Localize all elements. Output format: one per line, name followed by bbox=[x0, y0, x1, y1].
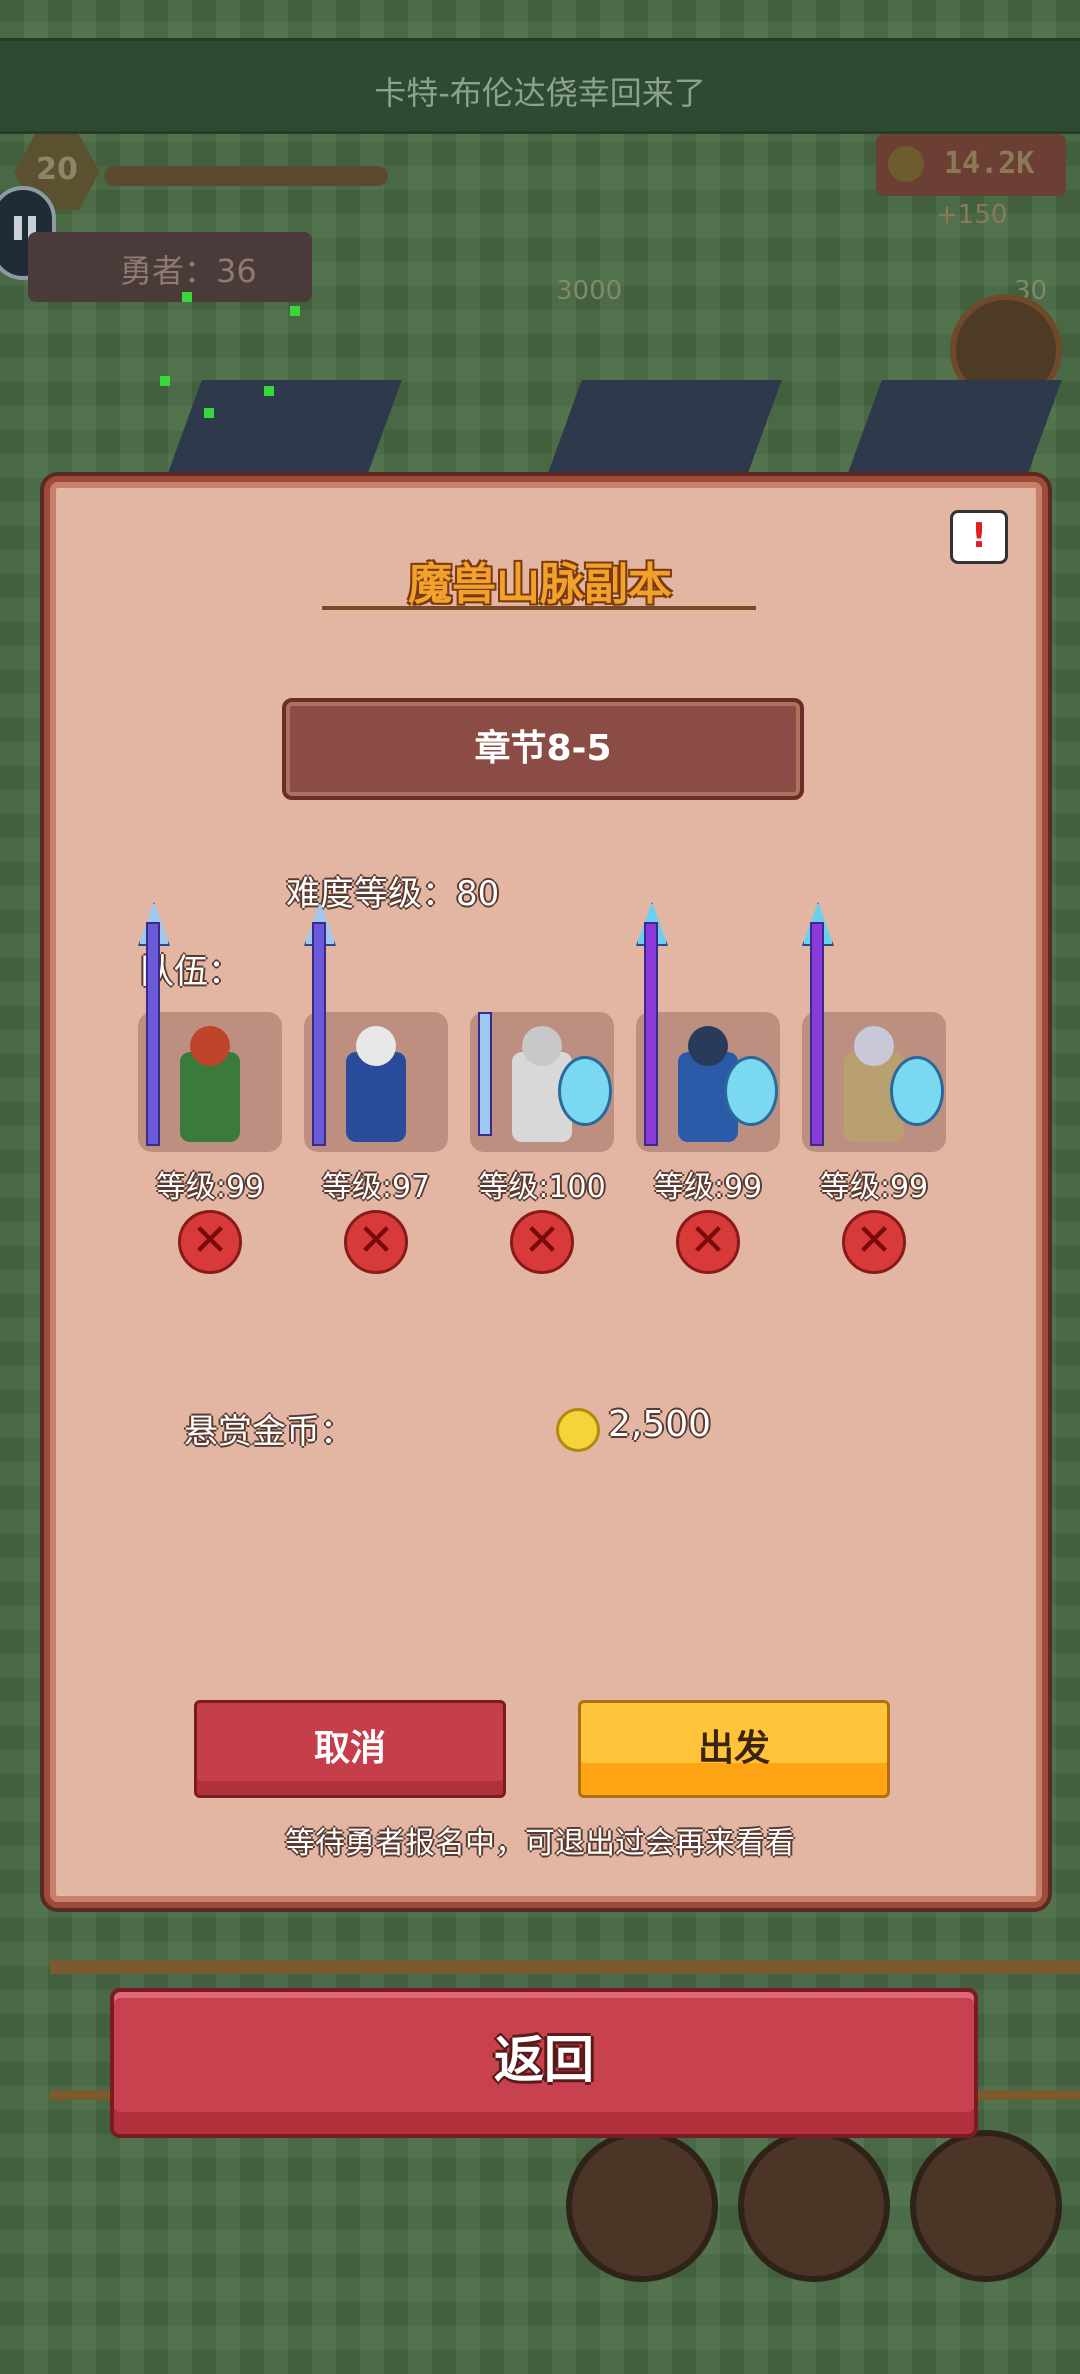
shield-icon bbox=[890, 1056, 944, 1126]
hero-avatar bbox=[688, 1026, 728, 1066]
quest-icon[interactable] bbox=[910, 2130, 1062, 2282]
hero-avatar bbox=[854, 1026, 894, 1066]
back-label: 返回 bbox=[494, 2031, 594, 2089]
xp-bar bbox=[104, 166, 388, 186]
remove-member-button[interactable]: ✕ bbox=[510, 1210, 574, 1274]
remove-member-button[interactable]: ✕ bbox=[178, 1210, 242, 1274]
spear-icon bbox=[644, 922, 658, 1146]
team-member[interactable] bbox=[470, 1012, 614, 1152]
remove-member-button[interactable]: ✕ bbox=[344, 1210, 408, 1274]
member-level: 等级:97 bbox=[321, 1170, 431, 1205]
shield-icon bbox=[724, 1056, 778, 1126]
member-level: 等级:100 bbox=[478, 1170, 606, 1205]
member-level: 等级:99 bbox=[653, 1170, 763, 1205]
depart-button[interactable]: 出发 bbox=[578, 1700, 890, 1798]
heroes-count: 勇者：36 bbox=[120, 252, 257, 290]
team-member[interactable] bbox=[802, 902, 946, 1152]
remove-member-button[interactable]: ✕ bbox=[842, 1210, 906, 1274]
gem-icon[interactable] bbox=[738, 2130, 890, 2282]
member-level: 等级:99 bbox=[155, 1170, 265, 1205]
title-divider bbox=[322, 606, 756, 610]
coin-total: 14.2K bbox=[944, 146, 1035, 181]
hero-avatar bbox=[356, 1026, 396, 1066]
chapter-banner: 章节8-5 bbox=[282, 698, 804, 800]
team-member[interactable] bbox=[304, 902, 448, 1152]
fence bbox=[50, 1960, 1080, 1974]
sparkle bbox=[264, 386, 274, 396]
hero-avatar bbox=[190, 1026, 230, 1066]
staff-icon bbox=[312, 922, 326, 1146]
dialog-title: 魔兽山脉副本 bbox=[408, 559, 672, 610]
bounty-label: 悬赏金币： bbox=[184, 1412, 354, 1452]
bounty-value: 2,500 bbox=[608, 1404, 712, 1445]
chapter-label: 章节8-5 bbox=[474, 728, 612, 769]
ticker-text: 卡特-布伦达侥幸回来了 bbox=[374, 74, 706, 112]
back-button[interactable]: 返回 bbox=[110, 1988, 978, 2138]
coin-icon bbox=[888, 146, 924, 182]
shield-icon bbox=[558, 1056, 612, 1126]
coin-rate: +150 bbox=[936, 200, 1008, 230]
sparkle bbox=[290, 306, 300, 316]
shop-icon[interactable] bbox=[566, 2130, 718, 2282]
sparkle bbox=[160, 376, 170, 386]
spear-icon bbox=[810, 922, 824, 1146]
sword-icon bbox=[478, 1012, 492, 1136]
player-level: 20 bbox=[36, 152, 78, 187]
cancel-button[interactable]: 取消 bbox=[194, 1700, 506, 1798]
shop-price: 3000 bbox=[556, 276, 623, 306]
waiting-hint: 等待勇者报名中，可退出过会再来看看 bbox=[285, 1826, 795, 1861]
team-member[interactable] bbox=[138, 902, 282, 1152]
coin-icon bbox=[556, 1408, 600, 1452]
member-level: 等级:99 bbox=[819, 1170, 929, 1205]
staff-icon bbox=[146, 922, 160, 1146]
hero-avatar bbox=[522, 1026, 562, 1066]
sparkle bbox=[204, 408, 214, 418]
remove-member-button[interactable]: ✕ bbox=[676, 1210, 740, 1274]
team-member[interactable] bbox=[636, 902, 780, 1152]
sparkle bbox=[182, 292, 192, 302]
